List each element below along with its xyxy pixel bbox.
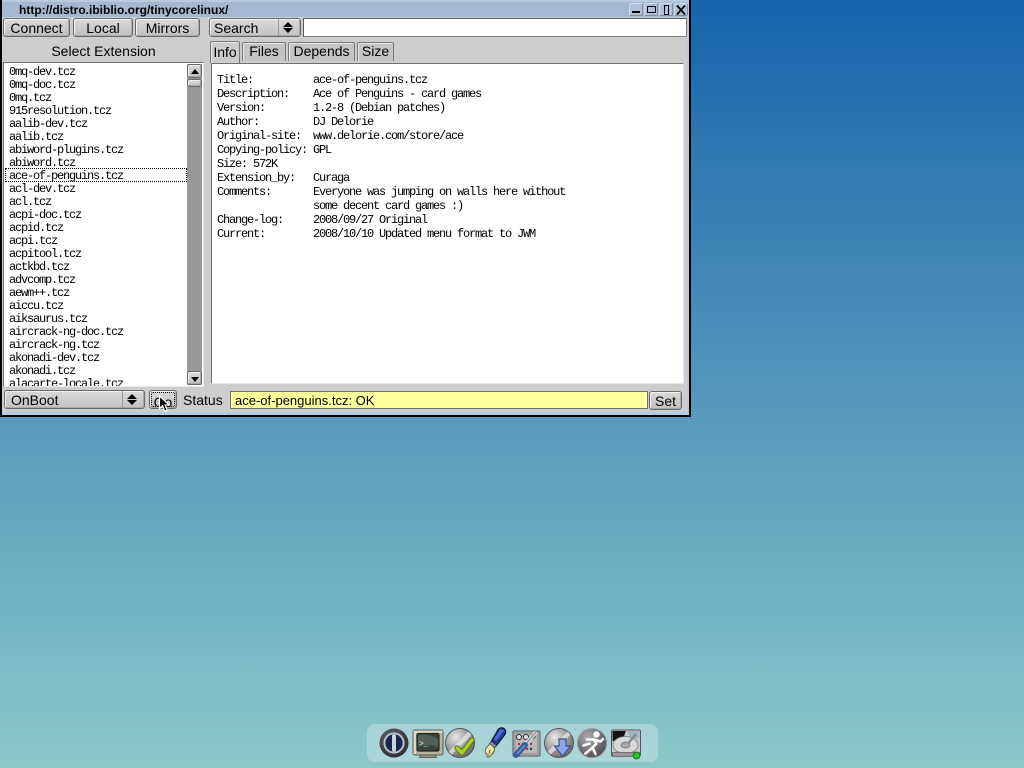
svg-text:>_: >_ (419, 740, 429, 749)
